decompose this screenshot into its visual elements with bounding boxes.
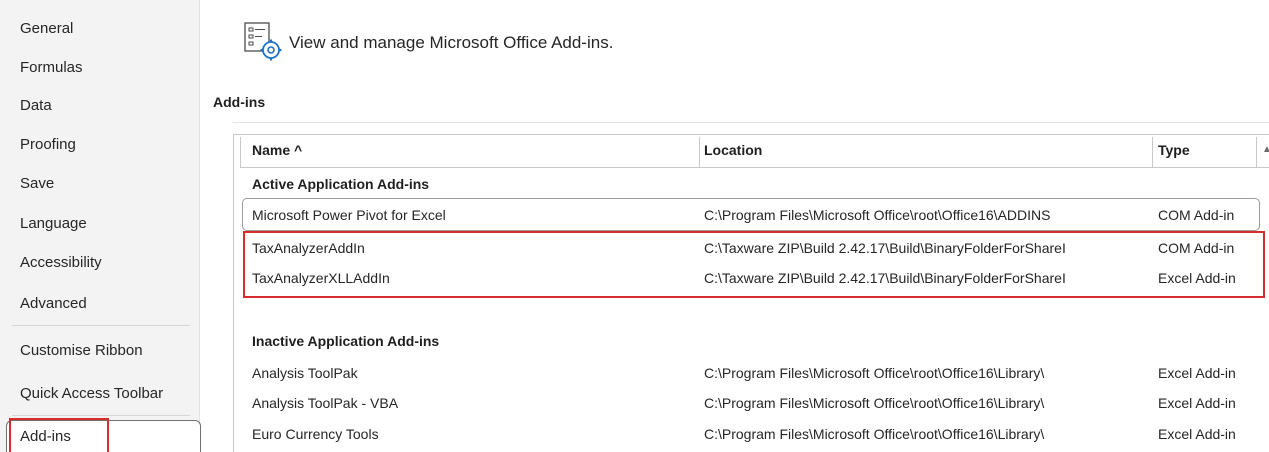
table-row-type[interactable]: Excel Add-in (1158, 395, 1236, 411)
column-separator[interactable] (699, 137, 700, 167)
table-row-name[interactable]: Euro Currency Tools (252, 426, 379, 442)
sidebar-divider (12, 415, 190, 416)
table-row-type[interactable]: COM Add-in (1158, 207, 1234, 223)
column-separator (240, 137, 241, 167)
sidebar-item-accessibility[interactable]: Accessibility (20, 254, 102, 271)
sidebar-item-quick-access-toolbar[interactable]: Quick Access Toolbar (20, 385, 163, 402)
column-header-name[interactable]: Name ^ (252, 142, 302, 158)
table-row-location[interactable]: C:\Program Files\Microsoft Office\root\O… (704, 426, 1044, 442)
section-title: Add-ins (213, 94, 266, 110)
column-separator[interactable] (1256, 137, 1257, 167)
sidebar-item-formulas[interactable]: Formulas (20, 59, 83, 76)
group-header-inactive: Inactive Application Add-ins (252, 333, 440, 349)
sidebar-divider (12, 325, 190, 326)
table-row-type[interactable]: Excel Add-in (1158, 426, 1236, 442)
table-row-name[interactable]: Analysis ToolPak (252, 365, 358, 381)
scroll-up-icon[interactable]: ▲ (1262, 144, 1269, 155)
column-header-type[interactable]: Type (1158, 142, 1190, 158)
table-row-name[interactable]: Microsoft Power Pivot for Excel (252, 207, 446, 223)
highlight-box-taxanalyzer-rows (243, 231, 1265, 298)
header-divider (240, 167, 1269, 168)
sidebar-item-general[interactable]: General (20, 20, 73, 37)
table-row-type[interactable]: Excel Add-in (1158, 365, 1236, 381)
group-header-active: Active Application Add-ins (252, 176, 430, 192)
sidebar-item-save[interactable]: Save (20, 175, 54, 192)
column-header-location[interactable]: Location (704, 142, 762, 158)
highlight-box-add-ins (9, 418, 109, 452)
sidebar-item-advanced[interactable]: Advanced (20, 295, 87, 312)
sidebar-item-proofing[interactable]: Proofing (20, 136, 76, 153)
options-sidebar: General Formulas Data Proofing Save Lang… (0, 0, 201, 452)
sidebar-item-data[interactable]: Data (20, 97, 52, 114)
table-row-location[interactable]: C:\Program Files\Microsoft Office\root\O… (704, 365, 1044, 381)
section-divider (233, 122, 1269, 123)
table-row-location[interactable]: C:\Program Files\Microsoft Office\root\O… (704, 395, 1044, 411)
sidebar-item-customise-ribbon[interactable]: Customise Ribbon (20, 342, 143, 359)
column-separator[interactable] (1152, 137, 1153, 167)
sidebar-item-language[interactable]: Language (20, 215, 87, 232)
page-description: View and manage Microsoft Office Add-ins… (289, 33, 614, 52)
table-row-location[interactable]: C:\Program Files\Microsoft Office\root\O… (704, 207, 1050, 223)
addins-gear-icon (244, 22, 282, 61)
table-row-name[interactable]: Analysis ToolPak - VBA (252, 395, 398, 411)
